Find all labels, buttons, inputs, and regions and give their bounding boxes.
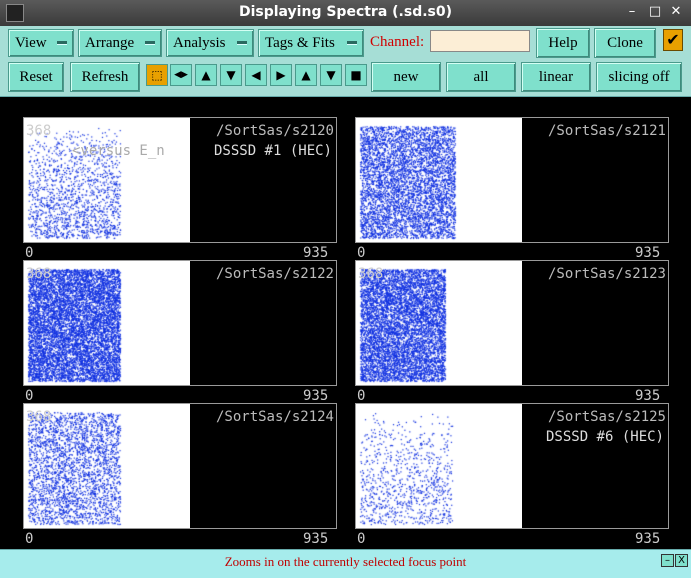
view-menu[interactable]: View: [8, 29, 74, 57]
window-title: Displaying Spectra (.sd.s0): [238, 4, 453, 20]
check-icon[interactable]: ✔: [663, 29, 683, 51]
clone-button[interactable]: Clone: [594, 28, 656, 58]
status-text: Zooms in on the currently selected focus…: [224, 554, 467, 569]
spectrum-panel[interactable]: 368 <versus E_n/SortSas/s2120 DSSSD #1 (HE…: [23, 117, 337, 243]
maximize-icon[interactable]: □: [647, 4, 663, 20]
expand-down-icon[interactable]: ▼: [220, 64, 242, 86]
view-menu-label: View: [15, 35, 47, 51]
focus-zoom-icon[interactable]: ⬚: [146, 64, 168, 86]
spectrum-panel[interactable]: /SortSas/s2121: [355, 117, 669, 243]
y-max-label: 368: [26, 123, 52, 139]
scroll-right-icon[interactable]: ▶: [270, 64, 292, 86]
menu-indicator-icon: [347, 41, 357, 44]
arrange-menu[interactable]: Arrange: [78, 29, 162, 57]
reset-button[interactable]: Reset: [8, 62, 64, 92]
minimize-icon[interactable]: –: [624, 4, 640, 20]
status-close-icon[interactable]: X: [675, 554, 688, 567]
scatter-points: [356, 118, 522, 242]
y-max-label: 368: [26, 409, 52, 425]
spectrum-path: /SortSas/s2122: [215, 266, 334, 282]
analysis-menu-label: Analysis: [173, 35, 226, 51]
arrange-menu-label: Arrange: [85, 35, 135, 51]
tags-fits-menu[interactable]: Tags & Fits: [258, 29, 364, 57]
x-min-label: 0: [357, 388, 366, 404]
scatter-plot[interactable]: [356, 118, 522, 242]
spectrum-subtitle: DSSSD #6 (HEC): [545, 429, 664, 445]
menu-indicator-icon: [145, 41, 155, 44]
x-max-label: 935: [635, 245, 661, 261]
spectrum-panel[interactable]: 368/SortSas/s2123: [355, 260, 669, 386]
x-min-label: 0: [357, 531, 366, 547]
title-bar: Displaying Spectra (.sd.s0) – □ ✕: [0, 0, 691, 26]
analysis-menu[interactable]: Analysis: [166, 29, 254, 57]
expand-horizontal-icon[interactable]: ◀▶: [170, 64, 192, 86]
x-max-label: 935: [303, 531, 329, 547]
spectrum-path: /SortSas/s2125: [547, 409, 666, 425]
slicing-button[interactable]: slicing off: [596, 62, 682, 92]
status-minimize-icon[interactable]: –: [661, 554, 674, 567]
x-max-label: 935: [635, 388, 661, 404]
scroll-down-icon[interactable]: ▼: [320, 64, 342, 86]
tags-fits-menu-label: Tags & Fits: [265, 35, 335, 51]
scroll-left-icon[interactable]: ◀: [245, 64, 267, 86]
x-min-label: 0: [25, 388, 34, 404]
spectrum-panel[interactable]: /SortSas/s2125 DSSSD #6 (HEC): [355, 403, 669, 529]
toolbar: View Arrange Analysis Tags & Fits Channe…: [0, 26, 691, 97]
x-max-label: 935: [303, 245, 329, 261]
x-min-label: 0: [25, 531, 34, 547]
x-max-label: 935: [303, 388, 329, 404]
channel-input[interactable]: [430, 30, 530, 52]
menu-indicator-icon: [237, 41, 247, 44]
spectrum-path: /SortSas/s2124: [215, 409, 334, 425]
new-button[interactable]: new: [371, 62, 441, 92]
overlay-label: <versus E_n: [72, 143, 165, 159]
all-button[interactable]: all: [446, 62, 516, 92]
menu-indicator-icon: [57, 41, 67, 44]
refresh-button[interactable]: Refresh: [70, 62, 140, 92]
x-max-label: 935: [635, 531, 661, 547]
expand-up-icon[interactable]: ▲: [195, 64, 217, 86]
x-min-label: 0: [357, 245, 366, 261]
stop-icon[interactable]: ■: [345, 64, 367, 86]
spectrum-subtitle: DSSSD #1 (HEC): [213, 143, 332, 159]
scatter-plot[interactable]: [356, 404, 522, 528]
scroll-up-icon[interactable]: ▲: [295, 64, 317, 86]
spectrum-path: /SortSas/s2120: [215, 123, 334, 139]
spectrum-path: /SortSas/s2123: [547, 266, 666, 282]
y-max-label: 368: [358, 266, 384, 282]
spectrum-panel[interactable]: 368/SortSas/s2124: [23, 403, 337, 529]
y-max-label: 368: [26, 266, 52, 282]
spectra-canvas[interactable]: 368 <versus E_n/SortSas/s2120 DSSSD #1 (HE…: [4, 97, 687, 548]
x-min-label: 0: [25, 245, 34, 261]
spectrum-panel[interactable]: 368/SortSas/s2122: [23, 260, 337, 386]
scatter-points: [356, 404, 522, 528]
channel-label: Channel:: [370, 34, 425, 50]
linear-button[interactable]: linear: [521, 62, 591, 92]
close-icon[interactable]: ✕: [668, 4, 684, 20]
status-bar: Zooms in on the currently selected focus…: [0, 549, 691, 578]
spectrum-path: /SortSas/s2121: [547, 123, 666, 139]
help-button[interactable]: Help: [536, 28, 590, 58]
